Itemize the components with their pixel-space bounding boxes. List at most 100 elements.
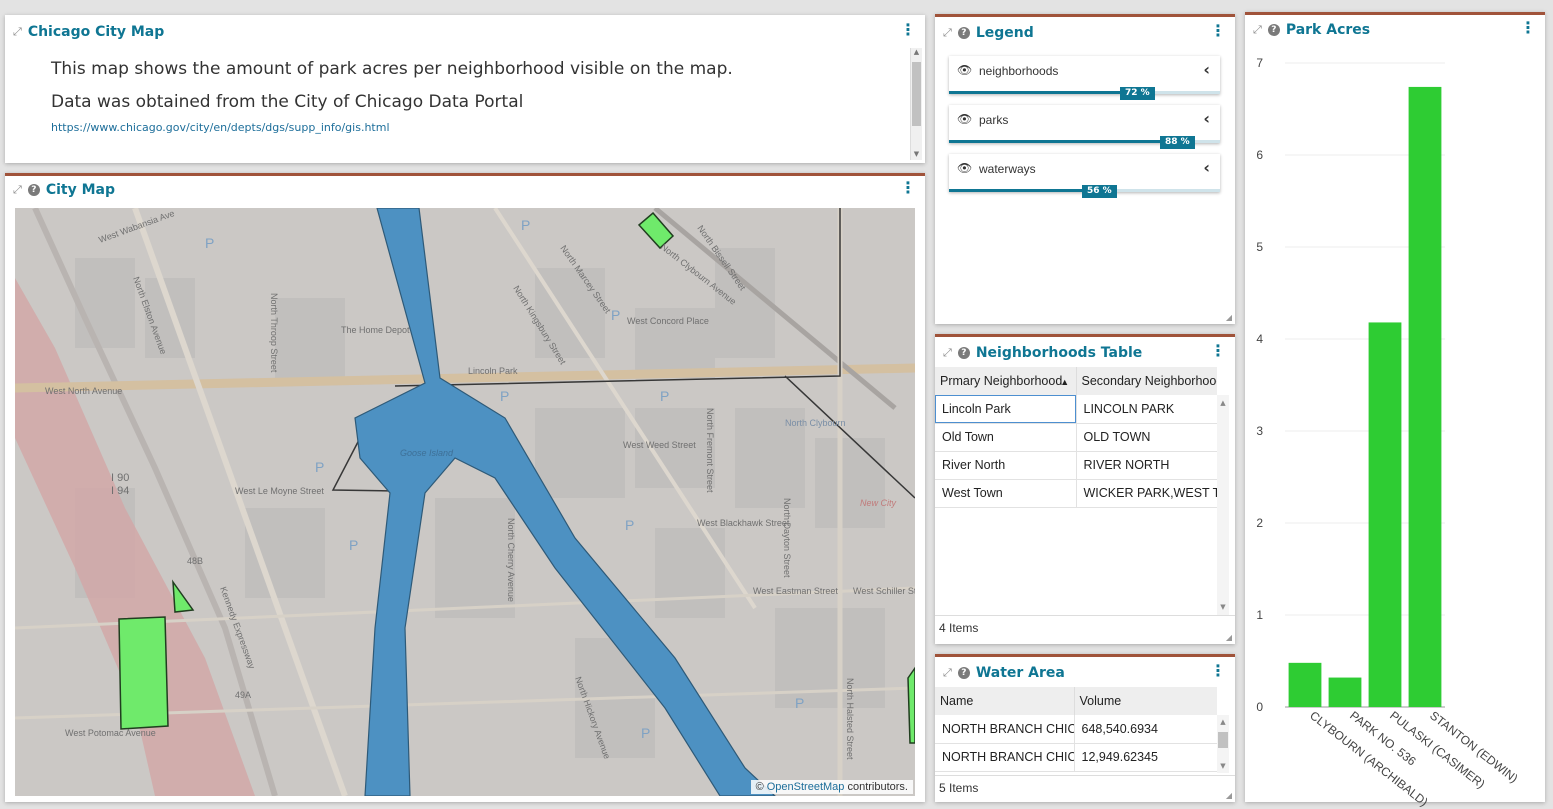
park-acres-menu-icon[interactable]: ⋮ [1520,20,1536,36]
table-row[interactable]: West Town WICKER PARK,WEST TOWN [935,479,1217,508]
table-cell[interactable]: Lincoln Park [935,395,1077,424]
eye-icon[interactable]: 👁 [957,63,972,77]
scroll-down-icon[interactable]: ▼ [911,150,922,160]
opacity-slider-fill [949,189,1101,192]
table-cell[interactable]: NORTH BRANCH CHICAGO RIVER [935,743,1075,772]
neighborhoods-table-scrollbar[interactable]: ▲ ▼ [1217,395,1229,615]
neighborhoods-table-panel: ⤢ ? Neighborhoods Table ⋮ Prmary Neighbo… [935,334,1235,644]
opacity-badge[interactable]: 72 % [1120,87,1155,100]
scroll-up-icon[interactable]: ▲ [1217,718,1229,726]
data-portal-link[interactable]: https://www.chicago.gov/city/en/depts/dg… [51,121,895,134]
legend-item-waterways[interactable]: 👁 waterways ‹ 56 % [949,154,1220,198]
legend-item-parks[interactable]: 👁 parks ‹ 88 % [949,105,1220,149]
table-cell[interactable]: 12,949.62345 [1074,743,1217,772]
column-header-label: Volume [1079,694,1122,708]
y-tick-label: 6 [1256,148,1263,162]
y-tick-label: 1 [1256,608,1263,622]
water-area-menu-icon[interactable]: ⋮ [1210,663,1226,679]
table-cell[interactable]: 648,540.6934 [1074,715,1217,744]
bar-pulaski-casimer[interactable] [1368,322,1402,707]
park-acres-chart[interactable]: 0 1 2 3 4 5 6 7 CLYBOURN (ARCHIBALD)PARK NO. 53… [1245,45,1540,809]
attribution-suffix: contributors. [844,781,908,793]
expand-icon[interactable]: ⤢ [13,183,22,197]
expand-icon[interactable]: ⤢ [1253,23,1262,37]
scroll-thumb[interactable] [912,62,921,126]
expand-icon[interactable]: ⤢ [943,26,952,40]
water-area-scrollbar[interactable]: ▲ ▼ [1217,715,1229,773]
city-map[interactable]: PPP PPP PPP P West North Avenue The Home… [15,208,915,796]
description-line-2: Data was obtained from the City of Chica… [51,92,524,112]
table-row[interactable]: NORTH BRANCH CHICAGO RIVER 648,540.6934 [935,715,1217,744]
eye-icon[interactable]: 👁 [957,161,972,175]
bar-stanton-edwin[interactable] [1408,86,1442,708]
expand-icon[interactable]: ⤢ [13,25,22,39]
water-area-grid: Name Volume NORTH BRANCH CHICAGO RIVER 6… [935,687,1217,775]
table-cell[interactable]: River North [935,451,1077,480]
help-icon[interactable]: ? [957,347,970,359]
scroll-up-icon[interactable]: ▲ [911,48,922,58]
y-tick-label: 0 [1256,700,1263,714]
eye-icon[interactable]: 👁 [957,112,972,126]
legend-item-neighborhoods[interactable]: 👁 neighborhoods ‹ 72 % [949,56,1220,100]
x-axis: CLYBOURN (ARCHIBALD)PARK NO. 536PULASKI … [1307,708,1520,809]
expand-icon[interactable]: ⤢ [943,666,952,680]
opacity-badge[interactable]: 56 % [1082,185,1117,198]
water-area-item-count: 5 Items [939,781,979,795]
column-header-secondary[interactable]: Secondary Neighborhood [1076,367,1217,395]
table-cell[interactable]: West Town [935,479,1077,508]
table-cell[interactable]: OLD TOWN [1076,423,1217,452]
resize-handle-icon[interactable]: ◢ [1226,791,1232,800]
map-panel-menu-icon[interactable]: ⋮ [900,180,916,196]
text-panel-menu-icon[interactable]: ⋮ [900,22,916,38]
help-icon[interactable]: ? [957,27,970,39]
neighborhoods-table-menu-icon[interactable]: ⋮ [1210,343,1226,359]
water-area-title: Water Area [975,665,1065,681]
bar-park-no-536[interactable] [1328,677,1362,707]
scroll-thumb[interactable] [1218,732,1228,748]
legend-panel-header: ⤢ ? Legend [943,22,1034,44]
text-panel-scrollbar[interactable]: ▲ ▼ [910,48,922,160]
resize-handle-icon[interactable]: ◢ [1226,633,1232,642]
scroll-down-icon[interactable]: ▼ [1217,603,1229,611]
neighborhoods-grid: Prmary Neighborhood▲ Secondary Neighborh… [935,367,1217,617]
map-attribution: © OpenStreetMap contributors. [750,780,913,794]
chevron-left-icon[interactable]: ‹ [1203,60,1210,79]
neighborhoods-item-count: 4 Items [939,621,979,635]
column-header-name[interactable]: Name [935,687,1075,715]
resize-handle-icon[interactable]: ◢ [1226,313,1232,322]
table-row[interactable]: Old Town OLD TOWN [935,423,1217,452]
opacity-badge[interactable]: 88 % [1160,136,1195,149]
scroll-up-icon[interactable]: ▲ [1217,399,1229,407]
water-area-header: ⤢ ? Water Area [943,662,1065,684]
legend-item-label: parks [979,113,1009,127]
column-header-primary[interactable]: Prmary Neighborhood▲ [935,367,1077,395]
table-row[interactable]: River North RIVER NORTH [935,451,1217,480]
help-icon[interactable]: ? [1267,24,1280,36]
opacity-slider-fill [949,140,1188,143]
map-canvas[interactable]: PPP PPP PPP P West North Avenue The Home… [15,208,915,796]
expand-icon[interactable]: ⤢ [943,346,952,360]
text-panel: ⤢ Chicago City Map ⋮ This map shows the … [5,15,925,163]
help-icon[interactable]: ? [27,184,40,196]
table-cell[interactable]: NORTH BRANCH CHICAGO RIVER [935,715,1075,744]
column-header-volume[interactable]: Volume [1074,687,1217,715]
sort-asc-icon[interactable]: ▲ [1060,377,1069,387]
table-cell[interactable]: Old Town [935,423,1077,452]
column-header-label: Name [940,694,974,708]
table-row[interactable]: NORTH BRANCH CHICAGO RIVER 12,949.62345 [935,743,1217,772]
table-row[interactable]: Lincoln Park LINCOLN PARK [935,395,1217,424]
chevron-left-icon[interactable]: ‹ [1203,158,1210,177]
table-footer-divider [935,615,1235,616]
help-icon[interactable]: ? [957,667,970,679]
chevron-left-icon[interactable]: ‹ [1203,109,1210,128]
table-cell[interactable]: LINCOLN PARK [1076,395,1217,424]
table-cell[interactable]: RIVER NORTH [1076,451,1217,480]
legend-panel-menu-icon[interactable]: ⋮ [1210,23,1226,39]
table-cell[interactable]: WICKER PARK,WEST TOWN [1076,479,1217,508]
bar-clybourn-archibald[interactable] [1288,662,1322,707]
legend-panel: ⤢ ? Legend ⋮ 👁 neighborhoods ‹ 72 % 👁 pa… [935,14,1235,324]
scroll-down-icon[interactable]: ▼ [1217,762,1229,770]
y-tick-label: 7 [1256,56,1263,70]
openstreetmap-link[interactable]: OpenStreetMap [767,781,845,793]
legend-item-label: waterways [979,162,1036,176]
